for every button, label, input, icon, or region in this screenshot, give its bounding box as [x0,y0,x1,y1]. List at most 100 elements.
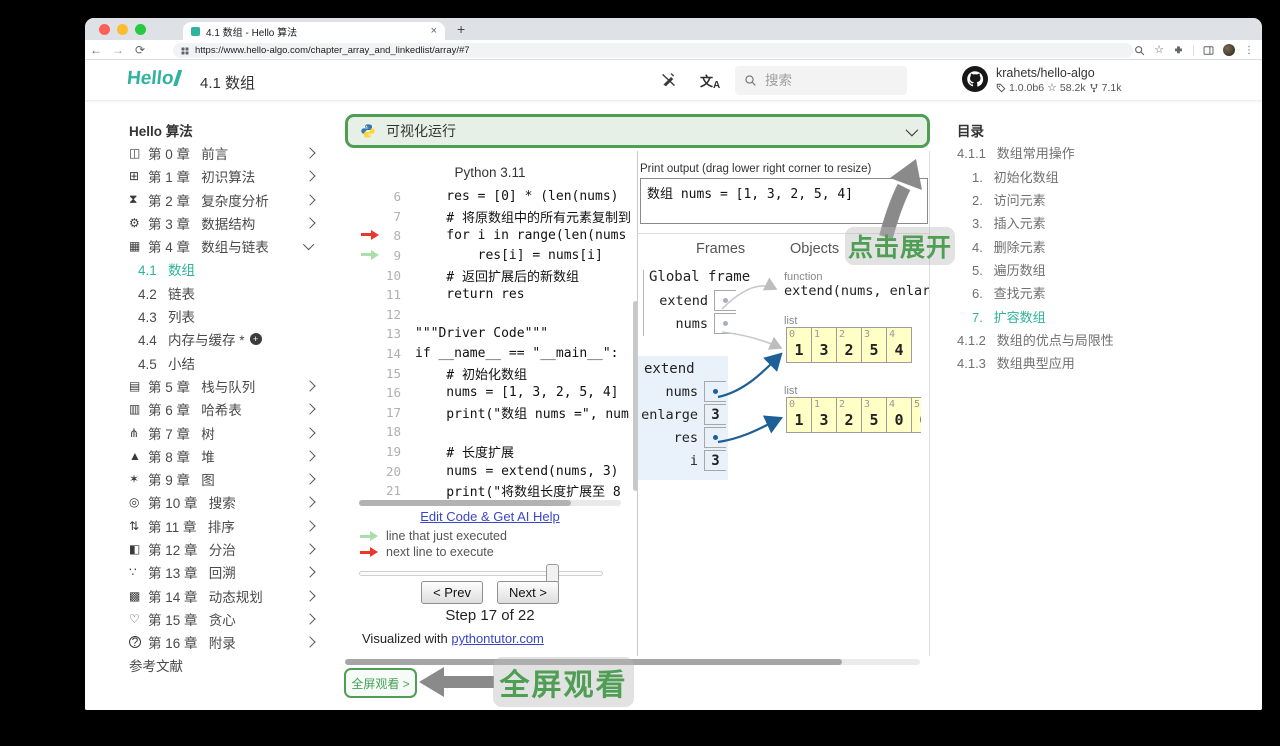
chevron-down-icon[interactable] [905,123,919,136]
chevron-right-icon[interactable] [304,403,316,415]
edit-code-link[interactable]: Edit Code & Get AI Help [345,509,635,524]
sidebar-chapter[interactable]: ⇅ 第 11 章 排序 [129,514,316,537]
url-bar[interactable]: https://www.hello-algo.com/chapter_array… [173,43,1133,58]
chevron-right-icon[interactable] [304,520,316,532]
browser-tab[interactable]: 4.1 数组 - Hello 算法 × [183,22,445,40]
chevron-right-icon[interactable] [304,450,316,462]
chevron-right-icon[interactable] [304,217,316,229]
sidebar-chapter[interactable]: ⊞ 第 1 章 初识算法 [129,165,316,188]
toc-item[interactable]: 4. 删除元素 [957,234,1252,257]
pythontutor-link[interactable]: pythontutor.com [451,631,544,646]
bookmark-star-icon[interactable]: ☆ [1154,44,1164,56]
sidebar-chapter-label: 第 15 章 贪心 [148,612,236,628]
maximize-window-button[interactable] [135,24,146,35]
legend-label: next line to execute [386,545,494,559]
sidebar-chapter[interactable]: ◫ 第 0 章 前言 [129,141,316,164]
chevron-right-icon[interactable] [304,147,316,159]
frames-header: Frames [696,241,746,257]
chevron-right-icon[interactable] [304,380,316,392]
sidebar-chapter[interactable]: ◎ 第 10 章 搜索 [129,491,316,514]
sidebar-chapter[interactable]: ◧ 第 12 章 分治 [129,537,316,560]
fullscreen-button[interactable]: 全屏观看 > [344,668,417,698]
sidebar-item-label: 4.2 链表 [138,286,196,302]
chevron-right-icon[interactable] [304,543,316,555]
toc-item[interactable]: 1. 初始化数组 [957,165,1252,188]
extensions-icon[interactable] [1173,45,1184,56]
scrollbar-thumb[interactable] [359,500,571,506]
chevron-down-icon[interactable] [302,239,315,251]
hello-algo-logo[interactable]: Hello [126,68,182,90]
sidebar-chapter[interactable]: ▤ 第 5 章 栈与队列 [129,374,316,397]
sidebar-item[interactable]: 4.1 数组 [129,258,314,281]
toc-item[interactable]: 3. 插入元素 [957,211,1252,234]
prev-button[interactable]: < Prev [421,581,483,604]
chevron-right-icon[interactable] [304,566,316,578]
sidebar-chapter[interactable]: ∵ 第 13 章 回溯 [129,561,316,584]
close-window-button[interactable] [99,24,110,35]
reload-icon[interactable]: ⟳ [129,43,151,57]
gutter [347,247,379,265]
next-button[interactable]: Next > [497,581,559,604]
sidebar-item[interactable]: 4.3 列表 [129,304,314,327]
theme-toggle-icon[interactable] [660,71,677,93]
cell-index: 2 [839,399,846,410]
toc-item[interactable]: 6. 查找元素 [957,281,1252,304]
step-slider[interactable] [359,564,603,584]
sidebar-chapter[interactable]: ⚙ 第 3 章 数据结构 [129,211,316,234]
sidebar-chapter[interactable]: ▥ 第 6 章 哈希表 [129,398,316,421]
sidebar-chapter[interactable]: ? 第 16 章 附录 [129,631,316,654]
translate-icon[interactable]: 文A [700,71,720,91]
sidebar-chapter[interactable]: ✶ 第 9 章 图 [129,467,316,490]
sidebar-item[interactable]: 4.2 链表 [129,281,314,304]
github-repo-link[interactable]: krahets/hello-algo 1.0.0b6 ☆ 58.2k 7.1k [962,66,1121,94]
chevron-right-icon[interactable] [304,426,316,439]
sidebar-chapter[interactable]: ▦ 第 4 章 数组与链表 [129,234,315,257]
zoom-icon[interactable] [1134,45,1145,56]
chevron-right-icon[interactable] [304,636,316,648]
new-tab-button[interactable]: + [457,21,465,37]
code-text: print("将数组长度扩展至 8 [415,485,621,501]
toc-item[interactable]: 7. 扩容数组 [957,304,1252,327]
sidebar-item[interactable]: 4.4 内存与缓存 * + [129,328,314,351]
extend-frame-title: extend [644,361,695,377]
toc-item[interactable]: 4.1.1 数组常用操作 [957,141,1252,164]
chevron-right-icon[interactable] [304,496,316,509]
chevron-right-icon[interactable] [304,589,316,602]
expander-label: 可视化运行 [386,123,456,139]
visual-run-expander[interactable]: 可视化运行 [345,114,930,148]
browser-menu-icon[interactable]: ⋮ [1244,45,1254,56]
close-tab-icon[interactable]: × [431,25,437,37]
toc-item[interactable]: 5. 遍历数组 [957,258,1252,281]
sidebar-chapter[interactable]: ♡ 第 15 章 贪心 [129,607,316,630]
cell-value: 1 [794,411,804,429]
search-input[interactable] [765,73,885,88]
sidebar-chapter-label: 第 7 章 树 [148,426,215,442]
forward-icon[interactable]: → [107,43,129,57]
site-info-icon[interactable] [181,47,189,55]
toc-item[interactable]: 2. 访问元素 [957,188,1252,211]
minimize-window-button[interactable] [117,24,128,35]
chevron-right-icon[interactable] [304,473,316,485]
code-horizontal-scrollbar[interactable] [359,500,621,506]
sidebar-title[interactable]: Hello 算法 [129,118,314,141]
chevron-right-icon[interactable] [304,170,316,182]
back-icon[interactable]: ← [85,43,107,57]
side-panel-icon[interactable] [1203,45,1214,56]
sidebar-chapter[interactable]: ⋔ 第 7 章 树 [129,421,316,444]
sidebar-chapter[interactable]: ▩ 第 14 章 动态规划 [129,584,316,607]
cell-value: 0 [912,411,921,429]
chevron-right-icon[interactable] [304,193,316,206]
sidebar-item-references[interactable]: 参考文献 [129,654,314,677]
search-box[interactable] [735,66,907,95]
toc-item[interactable]: 4.1.3 数组典型应用 [957,351,1252,374]
sidebar-chapter[interactable]: ▲ 第 8 章 堆 [129,444,316,467]
sidebar-item[interactable]: 4.5 小结 [129,351,314,374]
frame-var: enlarge 3 [638,403,728,426]
toc-item[interactable]: 4.1.2 数组的优点与局限性 [957,328,1252,351]
chevron-right-icon[interactable] [304,613,316,625]
profile-avatar[interactable] [1223,44,1235,56]
arrow-left-icon [419,667,494,697]
search-chapter-icon: ◎ [129,495,140,510]
sidebar-chapter[interactable]: ⧗ 第 2 章 复杂度分析 [129,188,316,211]
frame-var: i3 [638,449,728,472]
